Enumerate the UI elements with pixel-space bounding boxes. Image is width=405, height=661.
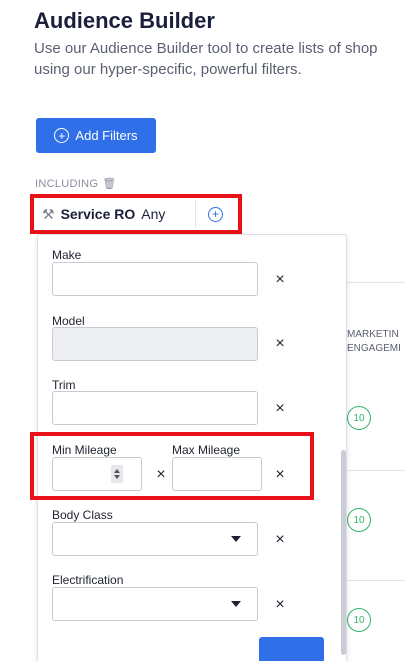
trash-icon[interactable]: 🗑: [102, 177, 116, 190]
add-filters-label: Add Filters: [75, 128, 138, 143]
model-field[interactable]: [52, 327, 258, 361]
caret-down-icon: [231, 601, 241, 607]
including-section-label: INCLUDING 🗑: [35, 177, 116, 191]
engagement-badge: 10: [347, 508, 371, 532]
trim-label: Trim: [52, 378, 76, 392]
background-divider: [347, 282, 405, 283]
mileage-highlight-box: [30, 432, 314, 500]
model-label: Model: [52, 314, 85, 328]
chip-highlight-box: [30, 194, 242, 234]
including-label: INCLUDING: [35, 177, 99, 190]
column-header-line: MARKETIN: [347, 329, 399, 340]
column-header-marketing: MARKETIN ENGAGEMI: [347, 328, 401, 356]
remove-trim-icon[interactable]: ×: [273, 401, 287, 417]
plus-circle-icon: +: [54, 128, 70, 143]
electrification-label: Electrification: [52, 573, 124, 587]
add-filters-button[interactable]: + Add Filters: [36, 118, 156, 153]
remove-make-icon[interactable]: ×: [273, 272, 287, 288]
audience-builder-page: Audience Builder Use our Audience Builde…: [0, 0, 405, 661]
background-divider: [347, 470, 405, 471]
remove-body-class-icon[interactable]: ×: [273, 532, 287, 548]
page-subtitle: Use our Audience Builder tool to create …: [34, 40, 378, 78]
remove-electrification-icon[interactable]: ×: [273, 597, 287, 613]
background-divider: [347, 580, 405, 581]
remove-model-icon[interactable]: ×: [273, 336, 287, 352]
apply-button[interactable]: [259, 637, 324, 661]
make-field[interactable]: [52, 262, 258, 296]
body-class-select[interactable]: [52, 522, 258, 556]
panel-scrollbar[interactable]: [341, 450, 346, 655]
trim-field[interactable]: [52, 391, 258, 425]
engagement-badge: 10: [347, 608, 371, 632]
make-label: Make: [52, 248, 82, 262]
column-header-line: ENGAGEMI: [347, 343, 401, 354]
electrification-select[interactable]: [52, 587, 258, 621]
body-class-label: Body Class: [52, 508, 113, 522]
caret-down-icon: [231, 536, 241, 542]
page-title: Audience Builder: [34, 8, 215, 33]
engagement-badge: 10: [347, 406, 371, 430]
